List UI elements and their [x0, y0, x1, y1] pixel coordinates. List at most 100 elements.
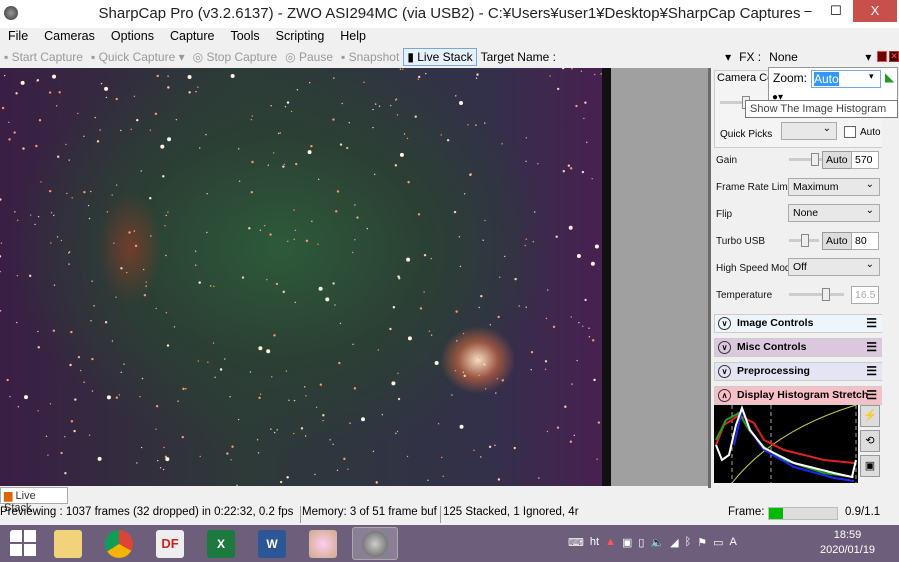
- star: [397, 372, 399, 375]
- star: [266, 349, 271, 354]
- star: [549, 75, 551, 77]
- fx-dropdown-icon[interactable]: ▾: [861, 50, 875, 64]
- menu-scripting[interactable]: Scripting: [268, 28, 333, 46]
- reset-icon[interactable]: ⟲: [860, 430, 880, 452]
- star: [462, 371, 465, 373]
- snapshot-button[interactable]: ▪ Snapshot: [337, 50, 403, 64]
- star: [64, 436, 66, 438]
- battery-icon[interactable]: ▯: [638, 536, 644, 549]
- turbo-usb-input[interactable]: 80: [851, 232, 879, 250]
- quick-capture-label: Quick Capture: [98, 49, 176, 64]
- clock[interactable]: 18:59 2020/01/19: [820, 528, 875, 558]
- target-dropdown-icon[interactable]: ▾: [721, 50, 735, 64]
- star: [377, 349, 379, 351]
- save-icon[interactable]: ▣: [860, 455, 880, 477]
- gain-input[interactable]: 570: [851, 151, 879, 169]
- star: [428, 330, 431, 332]
- star: [3, 74, 6, 77]
- star: [68, 251, 71, 253]
- network-app-icon[interactable]: ▣: [622, 536, 632, 549]
- reticle-x-icon[interactable]: ✕: [889, 51, 899, 62]
- ht-icon[interactable]: ht: [590, 536, 599, 549]
- tab-live-stack[interactable]: ▆ Live Stack: [0, 487, 68, 514]
- auto-stretch-button[interactable]: ⚡: [860, 405, 880, 427]
- live-stack-button[interactable]: ▮ Live Stack: [403, 47, 477, 66]
- menu-icon[interactable]: ☰: [866, 364, 877, 378]
- signal-icon[interactable]: ◢: [670, 536, 678, 549]
- preview-image[interactable]: [0, 68, 610, 486]
- high-speed-select[interactable]: Off: [788, 258, 880, 276]
- image-border: [602, 68, 611, 486]
- flip-select[interactable]: None: [788, 204, 880, 222]
- frame-rate-select[interactable]: Maximum: [788, 178, 880, 196]
- gain-auto-button[interactable]: Auto: [822, 151, 852, 169]
- chevron-down-icon[interactable]: ▾: [869, 71, 874, 82]
- section-display-histogram-stretch[interactable]: ∧ Display Histogram Stretch ☰: [714, 386, 883, 405]
- sharpcap-task-button[interactable]: [352, 527, 398, 560]
- acrobat-icon[interactable]: ▲: [605, 536, 616, 549]
- menu-file[interactable]: File: [0, 28, 36, 46]
- menu-options[interactable]: Options: [103, 28, 162, 46]
- star: [175, 118, 178, 121]
- file-explorer-icon[interactable]: [54, 530, 82, 558]
- paint-icon[interactable]: [309, 530, 337, 558]
- menu-capture[interactable]: Capture: [162, 28, 222, 46]
- chrome-icon[interactable]: [105, 530, 133, 558]
- flag-icon[interactable]: ⚑: [697, 536, 707, 549]
- star: [100, 82, 103, 85]
- star: [205, 134, 207, 136]
- status-bar: Previewing : 1037 frames (32 dropped) in…: [0, 504, 899, 524]
- section-label: Misc Controls: [737, 341, 807, 353]
- star: [14, 211, 16, 213]
- histogram-chart[interactable]: [714, 405, 858, 483]
- menu-icon[interactable]: ☰: [866, 316, 877, 330]
- star: [406, 137, 409, 140]
- star: [249, 371, 252, 373]
- star-field: [0, 68, 602, 486]
- star: [314, 473, 316, 476]
- volume-icon[interactable]: 🔈: [650, 536, 664, 549]
- start-capture-button[interactable]: ▪ Start Capture: [0, 50, 87, 64]
- live-stack-label: Live Stack: [417, 49, 473, 64]
- turbo-usb-auto-button[interactable]: Auto: [822, 232, 852, 250]
- bluetooth-icon[interactable]: ᛒ: [685, 536, 692, 549]
- star: [403, 133, 406, 135]
- menu-icon[interactable]: ☰: [866, 388, 877, 402]
- section-image-controls[interactable]: ∨ Image Controls ☰: [714, 314, 883, 333]
- star: [8, 121, 10, 124]
- ime-indicator[interactable]: A: [730, 536, 737, 549]
- close-button[interactable]: X: [853, 0, 897, 22]
- stop-capture-button[interactable]: ◎ Stop Capture: [189, 50, 282, 64]
- keyboard-icon[interactable]: ⌨: [568, 536, 584, 549]
- section-preprocessing[interactable]: ∨ Preprocessing ☰: [714, 362, 883, 381]
- auto-checkbox[interactable]: [844, 126, 856, 138]
- star: [319, 383, 323, 386]
- star: [145, 281, 147, 283]
- panel-scrollbar[interactable]: [882, 68, 899, 488]
- pause-button[interactable]: ◎ Pause: [281, 50, 337, 64]
- reticle-icon[interactable]: [877, 51, 888, 62]
- star: [91, 280, 93, 282]
- display-icon[interactable]: ▭: [713, 536, 723, 549]
- fx-select[interactable]: None: [765, 50, 861, 64]
- star: [583, 117, 585, 120]
- menu-tools[interactable]: Tools: [222, 28, 267, 46]
- turbo-usb-slider[interactable]: [789, 234, 819, 247]
- word-icon[interactable]: W: [258, 530, 286, 558]
- excel-icon[interactable]: X: [207, 530, 235, 558]
- star: [322, 414, 325, 417]
- start-button[interactable]: [10, 530, 38, 558]
- star: [96, 140, 100, 143]
- quick-capture-button[interactable]: ▪ Quick Capture ▾: [87, 50, 189, 64]
- menu-cameras[interactable]: Cameras: [36, 28, 103, 46]
- histogram-icon[interactable]: ◣: [885, 70, 894, 84]
- pdf-app-icon[interactable]: DF: [156, 530, 184, 558]
- maximize-button[interactable]: ☐: [822, 0, 850, 22]
- star: [418, 75, 421, 79]
- star: [197, 86, 199, 88]
- menu-help[interactable]: Help: [332, 28, 374, 46]
- menu-icon[interactable]: ☰: [866, 340, 877, 354]
- minimize-button[interactable]: –: [794, 0, 822, 22]
- quick-picks-select[interactable]: [781, 122, 837, 140]
- section-misc-controls[interactable]: ∨ Misc Controls ☰: [714, 338, 883, 357]
